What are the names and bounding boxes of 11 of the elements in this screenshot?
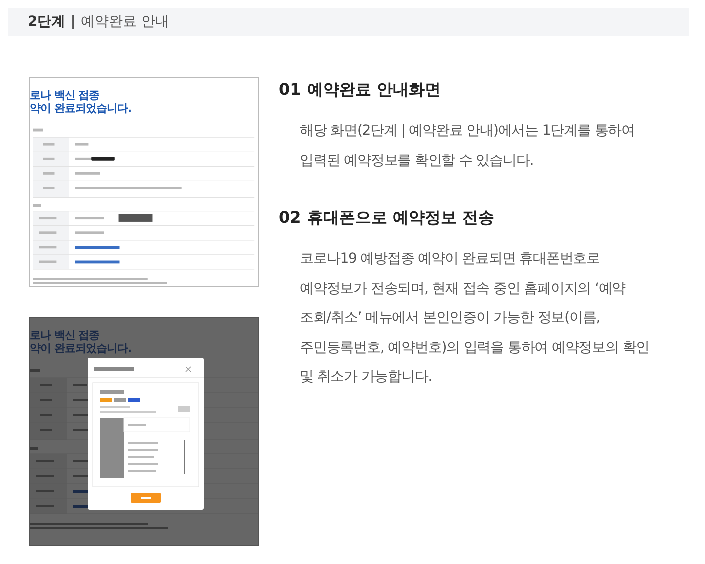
section-text: 해당 화면(2단계 | 예약완료 안내)에서는 1단계를 통하여 입력된 예약정보를 확인할 수 있습니다. — [299, 122, 636, 170]
screenshot-headline: 약이 완료되었습니다. — [30, 342, 133, 355]
page-title: 예약완료 안내 — [80, 13, 170, 31]
screenshot-headline: 로나 백신 접종 — [30, 328, 101, 342]
separator: | — [70, 14, 76, 30]
screenshot-headline: 로나 백신 접종 — [30, 88, 101, 102]
section-title: 02 휴대폰으로 예약정보 전송 — [279, 208, 496, 229]
screenshot-headline: 약이 완료되었습니다. — [30, 102, 133, 115]
section-text: 코로나19 예방접종 예약이 완료되면 휴대폰번호로 예약정보가 전송되며, 현재 접속 중인 홈페이지의 ‘예약 조회/취소’ 메뉴에서 본인인증이 가능한 정보(이름, 주민등록번호, 예약번호)의 입력을 통하여 예약정보의 확인 및 취소가 가능합니다. — [299, 250, 650, 387]
section-title: 01 예약완료 안내화면 — [279, 80, 442, 101]
step-label: 2단계 — [28, 13, 66, 31]
